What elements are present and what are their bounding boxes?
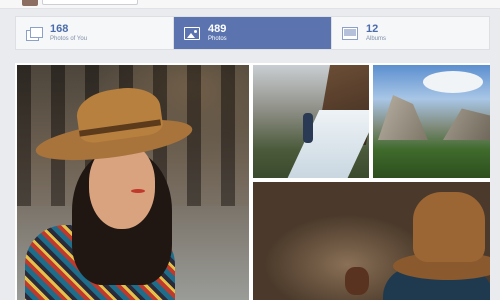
photos-of-you-label: Photos of You	[50, 36, 88, 42]
photo-hiker-waterfall[interactable]	[253, 65, 369, 178]
photo-stats-bar: 168 Photos of You 489 Photos 12 Albums	[15, 16, 490, 50]
top-bar-button[interactable]	[42, 0, 138, 5]
tab-photos-of-you[interactable]: 168 Photos of You	[16, 17, 173, 49]
photo-grid	[15, 63, 490, 300]
tab-photos[interactable]: 489 Photos	[173, 17, 331, 49]
top-bar	[0, 0, 500, 9]
photo-mountain-valley[interactable]	[373, 65, 490, 178]
photos-icon	[184, 26, 200, 40]
albums-icon	[342, 26, 358, 40]
photos-count: 489	[208, 23, 227, 35]
tab-albums[interactable]: 12 Albums	[331, 17, 489, 49]
albums-label: Albums	[366, 36, 387, 42]
photo-hat-from-behind[interactable]	[253, 182, 490, 300]
photos-of-you-count: 168	[50, 23, 69, 35]
albums-count: 12	[366, 23, 379, 35]
photos-of-you-icon	[26, 26, 43, 41]
photo-portrait[interactable]	[17, 65, 249, 300]
photos-label: Photos	[208, 36, 227, 42]
profile-avatar[interactable]	[22, 0, 38, 6]
